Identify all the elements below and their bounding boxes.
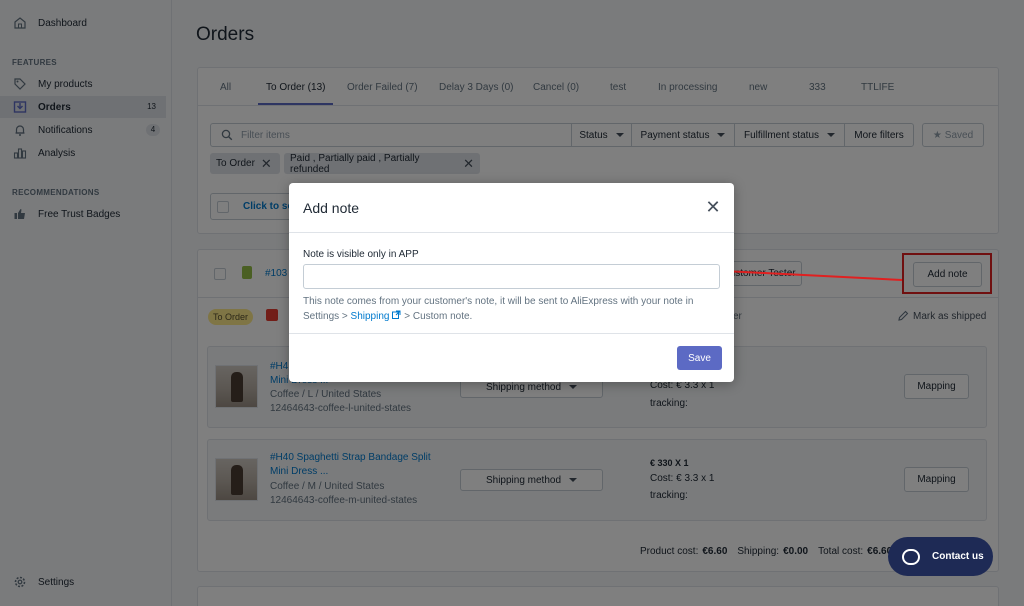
modal-footer-divider: [289, 333, 734, 334]
contact-us-button[interactable]: Contact us: [888, 537, 993, 576]
save-button[interactable]: Save: [677, 346, 722, 370]
note-label: Note is visible only in APP: [303, 249, 419, 260]
help-text-suffix: > Custom note.: [401, 311, 473, 322]
close-icon[interactable]: ✕: [703, 198, 723, 218]
note-input[interactable]: [303, 264, 720, 289]
modal-title: Add note: [303, 200, 360, 216]
contact-us-label: Contact us: [932, 551, 984, 562]
shipping-settings-link[interactable]: Shipping: [351, 311, 390, 322]
add-note-modal: Add note ✕ Note is visible only in APP T…: [289, 183, 734, 382]
modal-divider: [289, 232, 734, 233]
note-help-text: This note comes from your customer's not…: [303, 294, 723, 324]
chat-bubble-icon: [902, 548, 920, 565]
